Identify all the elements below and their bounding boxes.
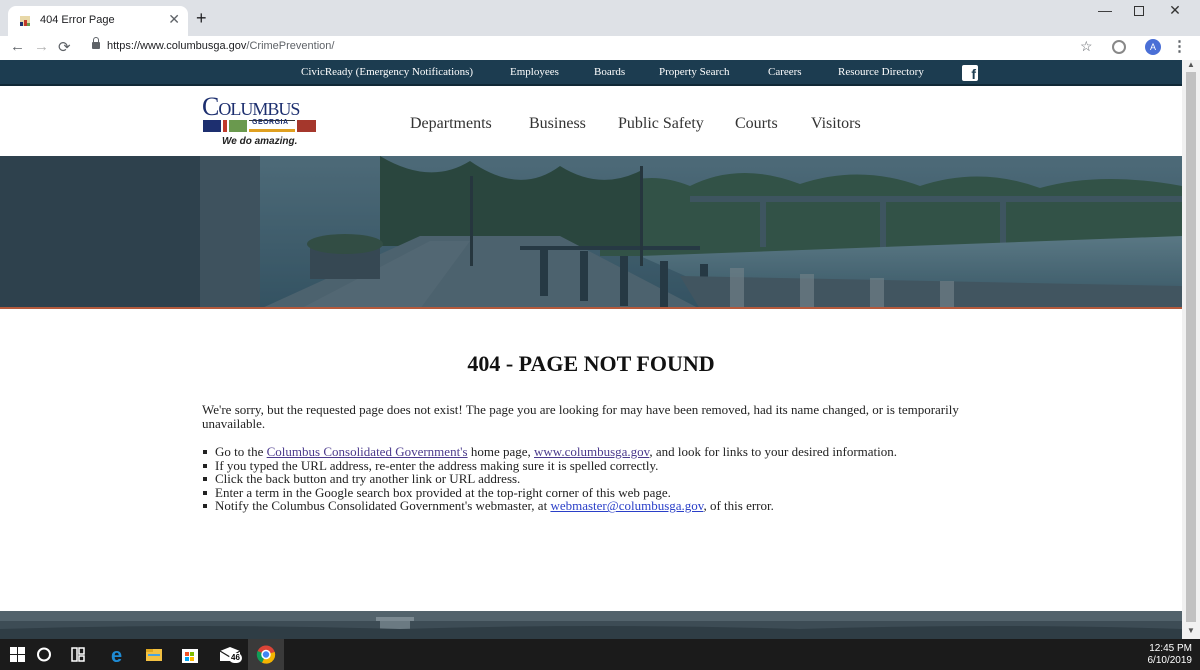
page-viewport: CivicReady (Emergency Notifications) Emp…: [0, 60, 1182, 639]
url-host: https://www.columbusga.gov: [107, 40, 247, 52]
list-item: Go to the Columbus Consolidated Governme…: [203, 444, 975, 459]
extension-icon[interactable]: [1112, 40, 1126, 54]
chrome-icon[interactable]: [248, 639, 284, 670]
task-view-icon[interactable]: [60, 639, 96, 670]
browser-tab[interactable]: 404 Error Page ✕: [8, 6, 188, 36]
facebook-icon[interactable]: f: [962, 65, 978, 82]
topnav-property-search[interactable]: Property Search: [659, 66, 730, 78]
forward-arrow-icon[interactable]: →: [34, 38, 49, 55]
profile-avatar[interactable]: A: [1145, 39, 1161, 55]
scroll-thumb[interactable]: [1186, 72, 1196, 622]
page-scrollbar[interactable]: ▲ ▼: [1182, 60, 1200, 639]
nav-business[interactable]: Business: [529, 115, 586, 133]
window-close-icon[interactable]: ✕: [1158, 2, 1192, 22]
list-item: Enter a term in the Google search box pr…: [203, 486, 975, 500]
tab-close-icon[interactable]: ✕: [168, 11, 180, 28]
nav-courts[interactable]: Courts: [735, 115, 778, 133]
footer-skyline-image: [0, 611, 1182, 639]
topnav-employees[interactable]: Employees: [510, 66, 559, 78]
columbus-favicon-icon: [20, 16, 30, 26]
list-item: If you typed the URL address, re-enter t…: [203, 458, 975, 473]
browser-toolbar: ← → ⟳ https://www.columbusga.gov/CrimePr…: [0, 36, 1200, 60]
topnav-civicready[interactable]: CivicReady (Emergency Notifications): [301, 66, 473, 78]
url-path: /CrimePrevention/: [246, 40, 335, 52]
file-explorer-icon[interactable]: [136, 639, 172, 670]
site-header: Columbus GEORGIA We do amazing. Departme…: [0, 86, 1182, 156]
minimize-icon[interactable]: —: [1088, 2, 1122, 22]
address-bar[interactable]: https://www.columbusga.gov/CrimePreventi…: [107, 40, 334, 52]
store-icon[interactable]: [172, 639, 208, 670]
homepage-url-link[interactable]: www.columbusga.gov: [534, 444, 649, 459]
topnav-careers[interactable]: Careers: [768, 66, 802, 78]
lock-icon: [92, 37, 100, 50]
logo-state: GEORGIA: [252, 119, 289, 126]
reload-icon[interactable]: ⟳: [58, 38, 71, 56]
nav-visitors[interactable]: Visitors: [811, 115, 861, 133]
tab-title: 404 Error Page: [40, 14, 115, 26]
cortana-search-icon[interactable]: [26, 639, 62, 670]
webmaster-email-link[interactable]: webmaster@columbusga.gov: [550, 498, 703, 513]
browser-tab-bar: 404 Error Page ✕ + — ✕: [0, 0, 1200, 36]
error-content: 404 - PAGE NOT FOUND We're sorry, but th…: [0, 311, 1182, 611]
ccg-home-link[interactable]: Columbus Consolidated Government's: [267, 444, 468, 459]
error-message: We're sorry, but the requested page does…: [202, 402, 959, 431]
list-item: Notify the Columbus Consolidated Governm…: [203, 498, 975, 513]
topnav-resource-directory[interactable]: Resource Directory: [838, 66, 924, 78]
svg-text:e: e: [111, 645, 122, 667]
topnav-boards[interactable]: Boards: [594, 66, 625, 78]
bookmark-star-icon[interactable]: ☆: [1080, 38, 1093, 55]
logo-wordmark: Columbus: [202, 92, 300, 121]
mail-unread-badge: 46: [229, 653, 242, 663]
system-clock[interactable]: 12:45 PM 6/10/2019: [1148, 643, 1193, 667]
scroll-down-arrow-icon[interactable]: ▼: [1187, 626, 1195, 635]
nav-public-safety[interactable]: Public Safety: [618, 115, 704, 133]
utility-nav: CivicReady (Emergency Notifications) Emp…: [0, 60, 1182, 86]
clock-time: 12:45 PM: [1149, 643, 1192, 654]
browser-menu-icon[interactable]: ⋮: [1172, 37, 1187, 55]
scroll-up-arrow-icon[interactable]: ▲: [1187, 60, 1195, 69]
hero-riverwalk-image: [0, 156, 1182, 309]
back-arrow-icon[interactable]: ←: [10, 38, 25, 55]
list-item: Click the back button and try another li…: [203, 472, 975, 486]
edge-browser-icon[interactable]: e: [100, 639, 136, 670]
help-list: Go to the Columbus Consolidated Governme…: [203, 444, 975, 513]
columbus-logo[interactable]: Columbus GEORGIA We do amazing.: [200, 92, 320, 152]
clock-date: 6/10/2019: [1147, 655, 1193, 666]
new-tab-button[interactable]: +: [196, 8, 207, 29]
logo-tagline: We do amazing.: [222, 136, 298, 147]
maximize-icon[interactable]: [1122, 2, 1156, 22]
windows-taskbar: e 46 12:45 PM 6/10/2019: [0, 639, 1200, 670]
page-title: 404 - PAGE NOT FOUND: [467, 351, 715, 376]
nav-departments[interactable]: Departments: [410, 115, 492, 133]
